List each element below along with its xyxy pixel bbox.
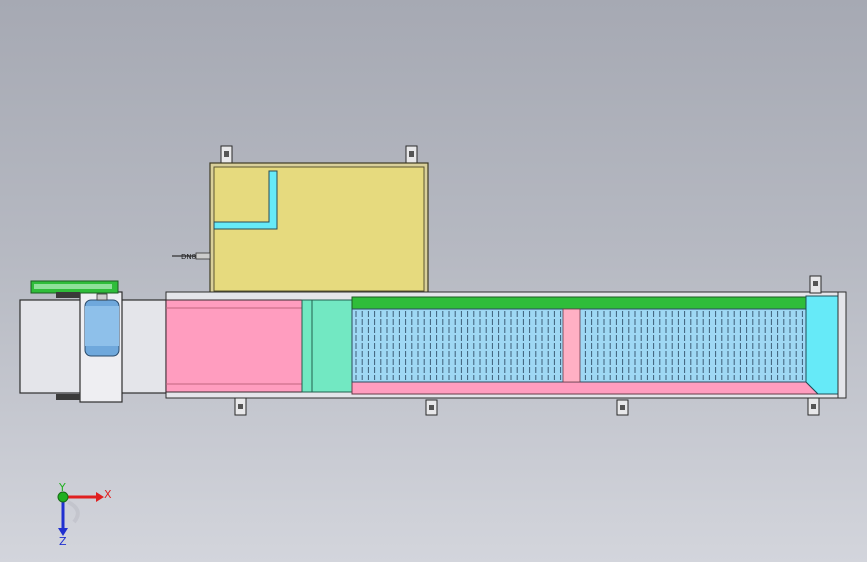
green-top-rail bbox=[351, 296, 820, 310]
x-axis-label: X bbox=[104, 488, 112, 501]
hopper-assembly: DN8 bbox=[172, 145, 429, 296]
drive-unit bbox=[19, 280, 167, 403]
center-divider bbox=[562, 308, 581, 383]
pink-bottom-rail bbox=[351, 381, 820, 395]
z-axis-label: Z bbox=[59, 535, 67, 548]
cyan-discharge-end bbox=[805, 295, 839, 395]
y-axis-label: Y bbox=[58, 481, 66, 494]
coordinate-triad: X Y Z bbox=[57, 481, 112, 548]
pink-entry-section bbox=[165, 299, 303, 393]
cad-viewport[interactable]: DN8 X Y Z bbox=[0, 0, 867, 562]
teal-transition bbox=[301, 299, 353, 393]
end-plate bbox=[837, 291, 847, 399]
part-label: DN8 bbox=[181, 253, 196, 261]
